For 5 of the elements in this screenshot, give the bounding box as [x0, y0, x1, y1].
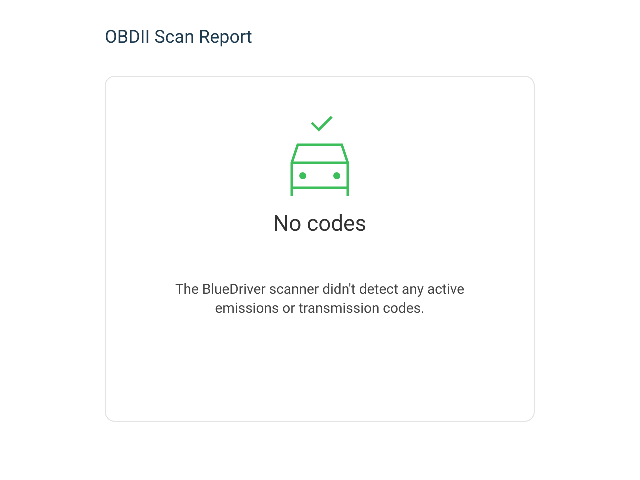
result-message: The BlueDriver scanner didn't detect any active emissions or transmission codes.: [174, 281, 466, 319]
check-icon: [310, 115, 334, 133]
car-icon: [290, 143, 350, 197]
page-title: OBDII Scan Report: [105, 26, 254, 50]
result-heading: No codes: [273, 211, 367, 239]
